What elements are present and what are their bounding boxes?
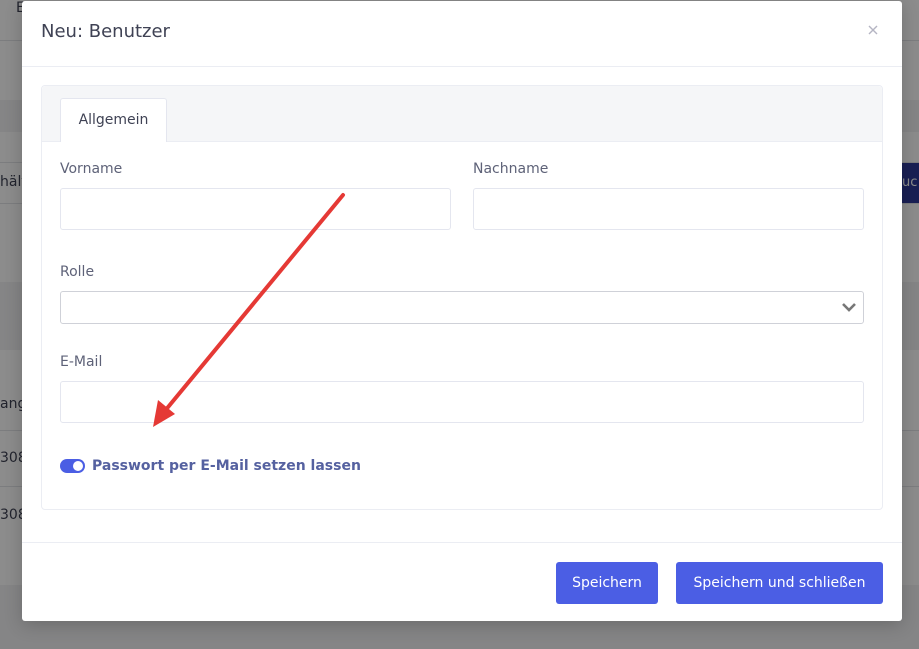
chevron-down-icon [842,303,856,312]
vorname-input[interactable] [60,188,451,230]
close-icon[interactable] [866,23,880,37]
vorname-label: Vorname [60,161,123,177]
nachname-label: Nachname [473,161,549,177]
new-user-dialog: Neu: Benutzer Allgemein Vorname Nachname… [22,1,902,621]
password-email-toggle[interactable] [60,459,85,473]
email-label: E-Mail [60,354,103,370]
password-email-toggle-label[interactable]: Passwort per E-Mail setzen lassen [92,458,361,474]
save-button[interactable]: Speichern [556,562,658,604]
modal-header: Neu: Benutzer [22,1,902,67]
nachname-input[interactable] [473,188,864,230]
save-and-close-button[interactable]: Speichern und schließen [676,562,883,604]
rolle-select[interactable] [60,291,864,324]
modal-footer: Speichern Speichern und schließen [22,542,902,622]
modal-title: Neu: Benutzer [41,21,170,42]
toggle-knob [73,461,83,471]
email-input[interactable] [60,381,864,423]
rolle-label: Rolle [60,264,95,280]
tab-bar: Allgemein [42,86,882,142]
tab-allgemein[interactable]: Allgemein [60,98,167,142]
